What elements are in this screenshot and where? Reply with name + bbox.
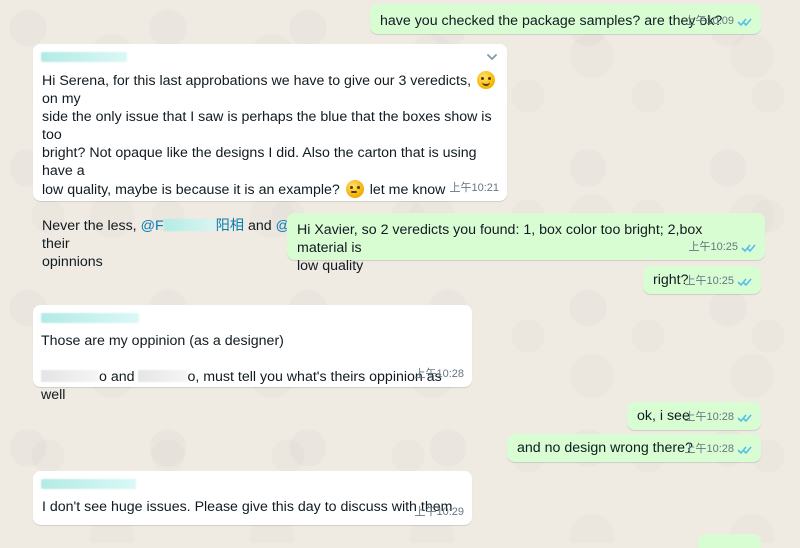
mention-text: @F (140, 218, 164, 234)
message-time: 上午10:28 (684, 443, 734, 455)
double-check-icon (737, 18, 752, 27)
message-time: 上午10:25 (688, 241, 738, 253)
double-check-icon (737, 446, 752, 455)
message-meta: 上午10:25 (684, 274, 753, 289)
message-bubble-incoming[interactable]: Hi Serena, for this last approbations we… (33, 44, 507, 270)
message-bubble-outgoing[interactable]: Hi Xavier, so 2 veredicts you found: 1, … (287, 213, 765, 274)
sender-name-hidden (41, 52, 127, 62)
message-text: Hi Serena, for this last approbations we… (42, 73, 475, 89)
message-line: Hi Xavier, so 2 veredicts you found: 1, … (297, 222, 703, 256)
message-time: 上午10:09 (684, 15, 734, 27)
message-meta: 上午10:25 (688, 240, 757, 255)
redacted-name (41, 370, 99, 382)
message-line: Those are my oppinion (as a designer) (41, 333, 284, 349)
message-line: side the only issue that I saw is perhap… (42, 109, 492, 143)
message-bubble-outgoing[interactable]: and no design wrong there? 上午10:28 (507, 434, 761, 462)
smiling-face-emoji (476, 71, 495, 89)
thinking-face-emoji (345, 180, 364, 198)
message-bubble-outgoing[interactable]: have you checked the package samples? ar… (370, 4, 761, 34)
message-text: I don't see huge issues. Please give thi… (42, 499, 453, 515)
message-meta: 上午10:29 (414, 505, 464, 520)
message-text: and (247, 218, 276, 234)
message-text: on my (42, 91, 81, 107)
message-text: Never the less, (42, 218, 141, 234)
double-check-icon (737, 414, 752, 423)
message-meta: 上午10:21 (449, 181, 499, 196)
sender-name-hidden (41, 313, 139, 323)
message-meta: 上午10:28 (684, 442, 753, 457)
message-text: low quality, maybe is because it is an e… (42, 182, 344, 198)
message-line: o and o, must tell you what's theirs opp… (41, 368, 462, 404)
message-meta: 上午10:09 (684, 14, 753, 29)
message-line: Hi Serena, for this last approbations we… (42, 71, 497, 108)
message-line: bright? Not opaque like the designs I di… (42, 145, 477, 179)
message-text: let me know (365, 182, 446, 198)
message-bubble-incoming[interactable]: Those are my oppinion (as a designer) o … (33, 305, 472, 403)
message-time: 上午10:28 (414, 368, 464, 380)
double-check-icon (737, 278, 752, 287)
message-time: 上午10:28 (684, 411, 734, 423)
chevron-down-icon[interactable] (485, 50, 499, 64)
message-line: low quality, maybe is because it is an e… (42, 180, 497, 199)
message-meta: 上午10:28 (684, 410, 753, 425)
double-check-icon (741, 244, 756, 253)
message-bubble-incoming[interactable]: I don't see huge issues. Please give thi… (33, 471, 472, 525)
message-text: o and (99, 369, 139, 385)
message-bubble-outgoing[interactable]: ok, i see 上午10:28 (627, 402, 761, 430)
sender-name-hidden (41, 479, 136, 489)
message-time: 上午10:29 (414, 506, 464, 518)
mention-text: 阳相 (215, 218, 248, 234)
message-time: 上午10:25 (684, 275, 734, 287)
redacted-name (138, 370, 188, 382)
message-bubble-outgoing[interactable]: right? 上午10:25 (643, 266, 761, 294)
chat-panel: have you checked the package samples? ar… (0, 0, 800, 548)
redacted-mention (163, 219, 216, 231)
message-meta: 上午10:28 (414, 367, 464, 382)
message-time: 上午10:21 (449, 182, 499, 194)
mention-link[interactable]: @F 阳相 (141, 218, 248, 234)
message-bubble-outgoing (698, 534, 761, 548)
